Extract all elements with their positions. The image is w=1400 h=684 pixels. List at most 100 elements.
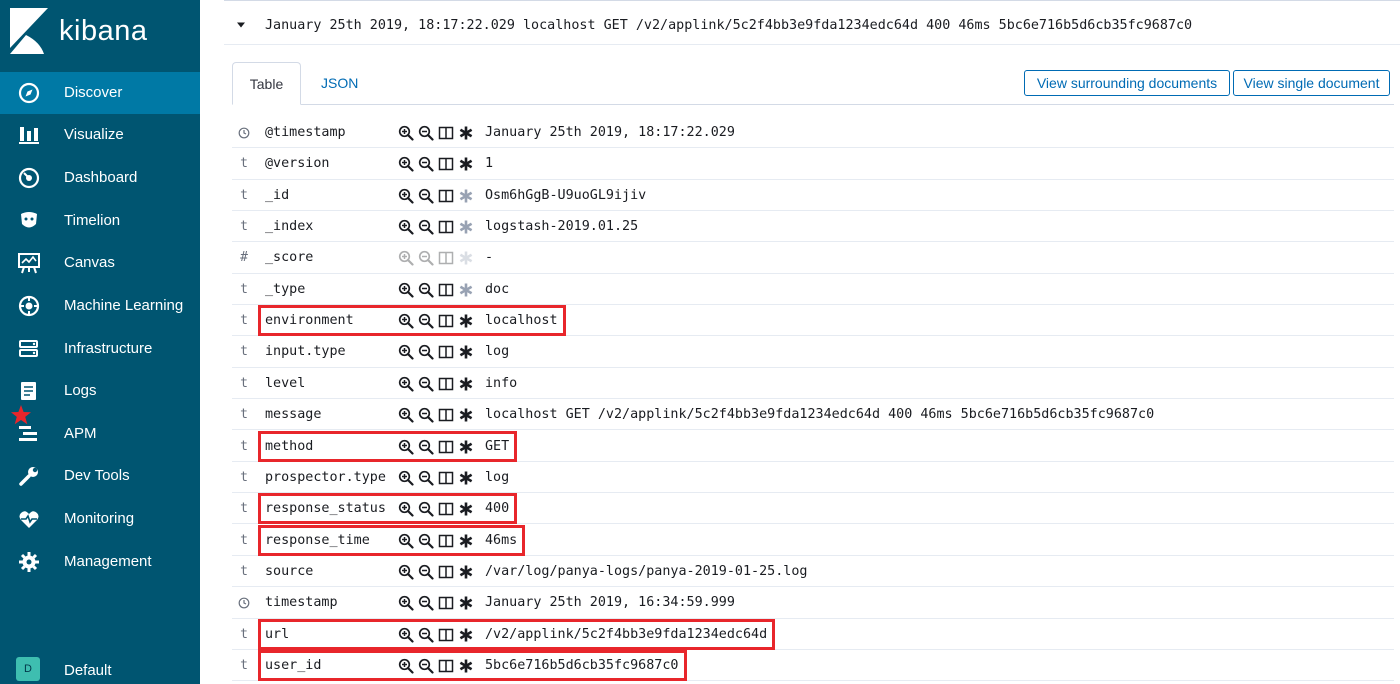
toggle-column-icon[interactable] — [438, 282, 454, 298]
filter-exists-icon[interactable] — [458, 188, 474, 204]
filter-out-value-icon[interactable] — [418, 219, 434, 235]
tab-table[interactable]: Table — [232, 62, 301, 105]
nav-item-monitoring[interactable]: Monitoring — [0, 498, 200, 540]
filter-for-value-icon[interactable] — [398, 470, 414, 486]
filter-out-value-icon[interactable] — [418, 470, 434, 486]
filter-out-value-icon[interactable] — [418, 658, 434, 674]
filter-for-value-icon[interactable] — [398, 219, 414, 235]
toggle-column-icon[interactable] — [438, 501, 454, 517]
filter-for-value-icon[interactable] — [398, 407, 414, 423]
tabs-divider — [232, 104, 1394, 105]
filter-out-value-icon[interactable] — [418, 344, 434, 361]
filter-for-value-icon[interactable] — [398, 344, 414, 361]
filter-out-value-icon[interactable] — [418, 533, 434, 549]
filter-out-value-icon[interactable] — [418, 627, 434, 643]
filter-exists-icon[interactable] — [458, 533, 474, 549]
filter-for-value-icon[interactable] — [398, 282, 414, 298]
clock-icon — [238, 597, 250, 609]
filter-exists-icon[interactable] — [458, 313, 474, 329]
filter-exists-icon[interactable] — [458, 219, 474, 235]
filter-exists-icon[interactable] — [458, 407, 474, 423]
filter-out-value-icon[interactable] — [418, 407, 434, 423]
filter-out-value-icon[interactable] — [418, 188, 434, 204]
field-name: timestamp — [265, 595, 338, 611]
filter-exists-icon[interactable] — [458, 658, 474, 674]
toggle-column-icon[interactable] — [438, 313, 454, 329]
toggle-column-icon[interactable] — [438, 344, 454, 360]
filter-exists-icon[interactable] — [458, 125, 474, 141]
toggle-column-icon[interactable] — [438, 188, 454, 204]
nav-item-dashboard[interactable]: Dashboard — [0, 157, 200, 199]
filter-exists-icon[interactable] — [458, 250, 474, 266]
filter-exists-icon[interactable] — [458, 439, 474, 455]
toggle-column-icon[interactable] — [438, 250, 454, 266]
filter-exists-icon[interactable] — [458, 501, 474, 517]
filter-exists-icon[interactable] — [458, 344, 474, 360]
nav-item-management[interactable]: Management — [0, 541, 200, 583]
field-value: January 25th 2019, 18:17:22.029 — [485, 125, 735, 140]
filter-out-value-icon[interactable] — [418, 125, 434, 141]
filter-for-value-icon[interactable] — [398, 188, 414, 204]
toggle-column-icon[interactable] — [438, 533, 454, 549]
filter-exists-icon[interactable] — [458, 282, 474, 298]
nav-label: Infrastructure — [64, 340, 153, 357]
nav-item-canvas[interactable]: Canvas — [0, 242, 200, 284]
filter-out-value-icon[interactable] — [418, 156, 434, 172]
filter-for-value-icon[interactable] — [398, 658, 414, 674]
filter-exists-icon[interactable] — [458, 627, 474, 643]
filter-for-value-icon[interactable] — [398, 501, 414, 517]
filter-for-value-icon[interactable] — [398, 250, 414, 266]
toggle-column-icon[interactable] — [438, 595, 454, 611]
toggle-column-icon[interactable] — [438, 439, 454, 455]
field-row-id: t _id Osm6hGgB-U9uoGL9ijiv — [232, 180, 1394, 211]
toggle-column-icon[interactable] — [438, 658, 454, 674]
toggle-column-icon[interactable] — [438, 407, 454, 423]
kibana-brand[interactable]: kibana — [0, 0, 200, 66]
filter-exists-icon[interactable] — [458, 470, 474, 486]
toggle-column-icon[interactable] — [438, 125, 454, 141]
nav-item-infrastructure[interactable]: Infrastructure — [0, 328, 200, 370]
filter-out-value-icon[interactable] — [418, 595, 434, 611]
filter-exists-icon[interactable] — [458, 376, 474, 392]
field-row-timestamp: timestamp January 25th 2019, 16:34:59.999 — [232, 587, 1394, 619]
toggle-column-icon[interactable] — [438, 470, 454, 486]
field-actions — [398, 407, 478, 423]
filter-for-value-icon[interactable] — [398, 313, 414, 329]
filter-exists-icon[interactable] — [458, 564, 474, 580]
toggle-column-icon[interactable] — [438, 627, 454, 643]
filter-for-value-icon[interactable] — [398, 595, 414, 611]
nav-label: Logs — [64, 382, 97, 399]
filter-for-value-icon[interactable] — [398, 125, 414, 141]
filter-out-value-icon[interactable] — [418, 313, 434, 329]
toggle-column-icon[interactable] — [438, 564, 454, 580]
filter-for-value-icon[interactable] — [398, 564, 414, 580]
nav-item-timelion[interactable]: Timelion — [0, 200, 200, 242]
nav-label: Timelion — [64, 212, 121, 229]
filter-out-value-icon[interactable] — [418, 439, 434, 455]
filter-out-value-icon[interactable] — [418, 564, 434, 580]
filter-out-value-icon[interactable] — [418, 501, 434, 517]
filter-for-value-icon[interactable] — [398, 627, 414, 643]
nav-item-dev-tools[interactable]: Dev Tools — [0, 455, 200, 497]
filter-for-value-icon[interactable] — [398, 533, 414, 549]
view-surrounding-documents-button[interactable]: View surrounding documents — [1024, 70, 1230, 96]
filter-exists-icon[interactable] — [458, 595, 474, 611]
filter-for-value-icon[interactable] — [398, 376, 414, 392]
caret-down-icon[interactable] — [236, 20, 246, 30]
toggle-column-icon[interactable] — [438, 219, 454, 235]
view-single-document-button[interactable]: View single document — [1233, 70, 1390, 96]
nav-item-machine-learning[interactable]: Machine Learning — [0, 285, 200, 327]
document-summary-row[interactable]: January 25th 2019, 18:17:22.029 localhos… — [224, 10, 1394, 42]
toggle-column-icon[interactable] — [438, 156, 454, 172]
filter-for-value-icon[interactable] — [398, 156, 414, 172]
nav-item-discover[interactable]: Discover — [0, 72, 200, 114]
filter-out-value-icon[interactable] — [418, 250, 434, 266]
tab-json[interactable]: JSON — [321, 62, 358, 105]
space-selector[interactable]: D Default — [0, 650, 200, 684]
filter-exists-icon[interactable] — [458, 156, 474, 172]
nav-item-visualize[interactable]: Visualize — [0, 114, 200, 156]
filter-out-value-icon[interactable] — [418, 376, 434, 392]
filter-for-value-icon[interactable] — [398, 439, 414, 455]
toggle-column-icon[interactable] — [438, 376, 454, 392]
filter-out-value-icon[interactable] — [418, 282, 434, 298]
